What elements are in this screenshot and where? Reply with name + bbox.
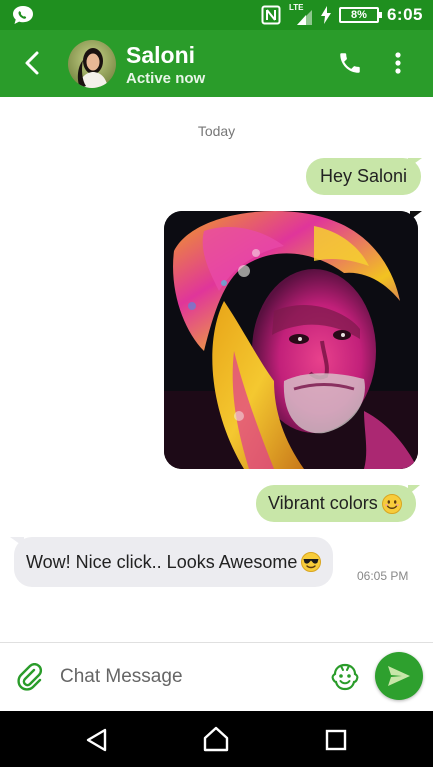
- message-input[interactable]: [60, 659, 320, 695]
- contact-name[interactable]: Saloni: [126, 42, 195, 69]
- outgoing-message[interactable]: Vibrant colors: [256, 485, 416, 522]
- more-vert-icon[interactable]: [388, 50, 408, 76]
- message-text: Wow! Nice click.. Looks Awesome: [26, 552, 298, 572]
- incoming-message[interactable]: Wow! Nice click.. Looks Awesome: [14, 537, 334, 587]
- message-text: Vibrant colors: [268, 493, 378, 513]
- sticker-icon[interactable]: [330, 662, 360, 692]
- paperclip-icon[interactable]: [16, 663, 44, 691]
- back-arrow-icon[interactable]: [18, 48, 48, 78]
- charging-bolt-icon: [320, 6, 331, 24]
- contact-status: Active now: [126, 70, 206, 87]
- signal-icon: LTE: [289, 3, 313, 26]
- composer: [0, 642, 433, 710]
- avatar[interactable]: [68, 40, 116, 88]
- message-text: Hey Saloni: [320, 166, 408, 186]
- nfc-icon: [261, 5, 281, 25]
- nav-back-icon[interactable]: [84, 727, 110, 753]
- send-icon: [388, 666, 410, 686]
- nav-recent-apps-icon[interactable]: [325, 729, 347, 751]
- send-button[interactable]: [375, 652, 423, 700]
- phone-icon[interactable]: [337, 50, 363, 76]
- smiling-face-emoji: [381, 493, 402, 514]
- clock: 6:05: [386, 5, 423, 24]
- system-navigation-bar: [0, 711, 433, 767]
- sunglasses-emoji: [301, 552, 322, 572]
- date-separator: Today: [197, 123, 236, 139]
- image-message[interactable]: [164, 211, 418, 469]
- status-bar: LTE 8% 6:05: [0, 0, 433, 30]
- message-timestamp: 06:05 PM: [357, 569, 409, 583]
- message-list[interactable]: Today Hey Saloni Vibrant colors Wow! Nic…: [0, 97, 433, 642]
- chat-header: Saloni Active now: [0, 30, 433, 97]
- outgoing-message[interactable]: Hey Saloni: [306, 158, 422, 195]
- battery-indicator: 8%: [338, 7, 382, 23]
- shared-photo: [164, 211, 418, 469]
- nav-home-icon[interactable]: [202, 725, 230, 753]
- chat-notification-icon: [13, 6, 33, 24]
